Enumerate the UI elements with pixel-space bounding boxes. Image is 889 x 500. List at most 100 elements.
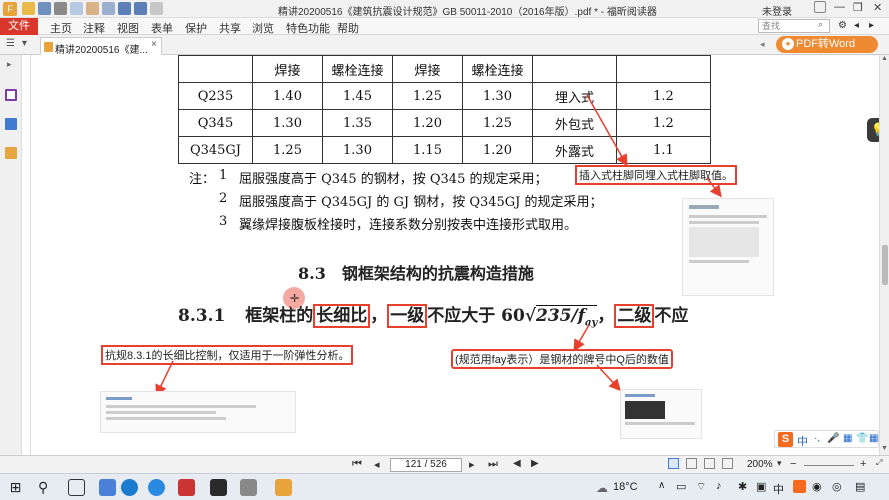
restore-button[interactable]: ❐ <box>853 1 863 14</box>
notification-icon[interactable]: ▤ <box>855 480 865 493</box>
nav-next-view-icon[interactable]: ▶ <box>531 458 539 469</box>
ime-mode[interactable]: 中 <box>797 433 808 449</box>
embedded-screenshot[interactable] <box>100 391 296 433</box>
tab-list-icon[interactable]: ☰ <box>6 38 15 49</box>
menu-features[interactable]: 特色功能 <box>286 20 330 36</box>
tray-overflow-icon[interactable]: ∧ <box>658 480 665 491</box>
menu-home[interactable]: 主页 <box>50 20 72 36</box>
bluetooth-icon[interactable]: ✱ <box>738 480 747 493</box>
settings-icon[interactable]: ⚙ <box>838 20 847 31</box>
pages-icon[interactable] <box>5 118 17 130</box>
status-bar: ⏮ ◂ 121 / 526 ▸ ⏭ ◀ ▶ 200% ▾ − + ⤢ <box>0 455 889 473</box>
ime-indicator[interactable]: 中 <box>773 481 784 497</box>
foxit-app-icon[interactable]: F <box>3 2 17 16</box>
select-icon[interactable] <box>102 2 115 15</box>
tray-app-icon[interactable]: ▣ <box>756 480 766 493</box>
microphone-icon[interactable]: 🎤 <box>827 433 839 444</box>
skin-icon[interactable] <box>814 1 826 13</box>
tab-more-icon[interactable]: ▾ <box>22 38 27 49</box>
continuous-page-icon[interactable] <box>686 458 697 469</box>
tray-app-icon[interactable]: ◉ <box>812 480 822 493</box>
zoom-out-icon[interactable]: − <box>790 458 796 470</box>
zoom-level[interactable]: 200% <box>747 459 773 470</box>
menu-form[interactable]: 表单 <box>151 20 173 36</box>
tab-document[interactable]: 精讲20200516《建... <box>40 37 162 55</box>
task-view-icon[interactable] <box>68 479 85 496</box>
sogou-logo-icon[interactable]: S <box>778 432 793 447</box>
redo-icon[interactable] <box>134 2 147 15</box>
single-page-icon[interactable] <box>668 458 679 469</box>
tab-close-button[interactable]: × <box>151 39 157 50</box>
comments-icon[interactable] <box>5 147 17 159</box>
foxit-taskbar-icon[interactable] <box>275 479 292 496</box>
zoom-in-icon[interactable]: + <box>860 458 866 470</box>
panel-expand-icon[interactable]: ▸ <box>7 59 12 70</box>
page-number-input[interactable]: 121 / 526 <box>390 458 462 472</box>
app-icon[interactable] <box>240 479 257 496</box>
embedded-screenshot[interactable] <box>620 389 702 439</box>
temperature[interactable]: 18°C <box>613 481 638 493</box>
scrollbar-thumb[interactable] <box>882 245 888 285</box>
menu-file[interactable]: 文件 <box>0 18 38 35</box>
bookmark-icon[interactable] <box>5 89 17 101</box>
toolbox-icon[interactable]: ▦ <box>869 433 878 444</box>
pdf-to-word-label: PDF转Word <box>796 38 856 50</box>
windows-start-icon[interactable]: ⊞ <box>7 479 24 496</box>
nav-forward-icon[interactable]: ▸ <box>869 20 874 31</box>
embedded-screenshot[interactable] <box>682 198 774 296</box>
app-icon[interactable] <box>178 479 195 496</box>
prev-page-icon[interactable]: ◂ <box>374 458 380 471</box>
menu-comment[interactable]: 注释 <box>83 20 105 36</box>
vertical-scrollbar[interactable]: ▲ ▼ <box>879 55 889 455</box>
skin-icon[interactable]: 👕 <box>856 433 868 444</box>
battery-icon[interactable]: ▭ <box>676 480 686 493</box>
quick-access-toolbar <box>22 2 163 15</box>
punct-icon[interactable]: ·, <box>814 433 820 444</box>
sogou-ime-toolbar[interactable]: S 中 ·, 🎤 ▦ 👕 ▦ <box>774 430 879 448</box>
page-icon[interactable] <box>150 2 163 15</box>
wifi-icon[interactable]: ⌔ <box>696 480 706 494</box>
edge-icon[interactable] <box>148 479 165 496</box>
menu-view[interactable]: 视图 <box>117 20 139 36</box>
minimize-button[interactable]: — <box>834 1 845 13</box>
taskbar-search-icon[interactable]: ⚲ <box>38 479 55 496</box>
menu-protect[interactable]: 保护 <box>185 20 207 36</box>
file-explorer-icon[interactable] <box>99 479 116 496</box>
nav-back-icon[interactable]: ◂ <box>854 20 859 31</box>
last-page-icon[interactable]: ⏭ <box>488 458 498 471</box>
window-title: 精讲20200516《建筑抗震设计规范》GB 50011-2010（2016年版… <box>278 7 657 18</box>
cover-page-icon[interactable] <box>722 458 733 469</box>
app-icon[interactable] <box>210 479 227 496</box>
tray-app-icon[interactable]: ◎ <box>832 480 842 493</box>
weather-icon[interactable]: ☁ <box>596 481 608 495</box>
hand-icon[interactable] <box>86 2 99 15</box>
close-button[interactable]: ✕ <box>873 1 882 14</box>
nav-prev-view-icon[interactable]: ◀ <box>513 458 521 469</box>
menu-help[interactable]: 帮助 <box>337 20 359 36</box>
sogou-tray-icon[interactable] <box>793 480 806 493</box>
browser-icon[interactable] <box>121 479 138 496</box>
print-icon[interactable] <box>54 2 67 15</box>
login-status[interactable]: 未登录 <box>762 3 792 18</box>
tab-scroll-icon[interactable]: ◂ <box>760 39 765 50</box>
scroll-up-icon[interactable]: ▲ <box>881 55 888 62</box>
menu-share[interactable]: 共享 <box>219 20 241 36</box>
zoom-dropdown-icon[interactable]: ▾ <box>777 458 782 469</box>
new-icon[interactable] <box>70 2 83 15</box>
facing-page-icon[interactable] <box>704 458 715 469</box>
menu-browse[interactable]: 浏览 <box>252 20 274 36</box>
keyboard-icon[interactable]: ▦ <box>843 433 852 444</box>
scroll-down-icon[interactable]: ▼ <box>881 445 888 452</box>
next-page-icon[interactable]: ▸ <box>469 458 475 471</box>
document-view[interactable]: 焊接 螺栓连接 焊接 螺栓连接 Q235 1.40 1.45 1.25 1.30… <box>22 55 879 455</box>
zoom-slider[interactable] <box>804 465 854 466</box>
first-page-icon[interactable]: ⏮ <box>352 458 362 471</box>
fullscreen-icon[interactable]: ⤢ <box>876 458 882 468</box>
pdf-to-word-button[interactable]: ✦ PDF转Word <box>776 36 878 53</box>
volume-icon[interactable]: ♪ <box>716 480 722 492</box>
save-icon[interactable] <box>38 2 51 15</box>
search-icon[interactable]: ⌕ <box>818 19 823 30</box>
undo-icon[interactable] <box>118 2 131 15</box>
open-icon[interactable] <box>22 2 35 15</box>
assistant-bulb-icon[interactable]: 💡 <box>867 118 879 142</box>
